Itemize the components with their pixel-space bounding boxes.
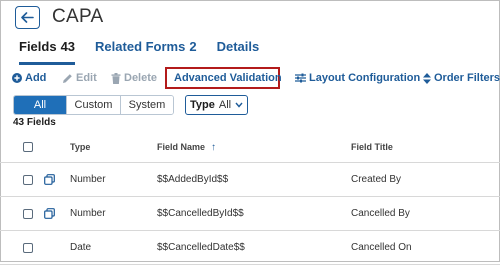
filter-bar: All Custom System Type All — [13, 95, 249, 115]
row-type: Number — [70, 208, 106, 219]
copy-icon[interactable] — [44, 208, 55, 219]
select-all-checkbox[interactable] — [23, 142, 33, 152]
row-field-title: Cancelled By — [351, 208, 410, 219]
chevron-down-icon — [235, 102, 243, 108]
type-filter-value: All — [218, 99, 232, 111]
segment-system[interactable]: System — [121, 96, 173, 114]
row-checkbox[interactable] — [23, 208, 33, 219]
type-filter-dropdown[interactable]: Type All — [185, 95, 249, 115]
segment-custom[interactable]: Custom — [67, 96, 121, 114]
advanced-validation-label: Advanced Validation — [174, 72, 282, 84]
table-row[interactable]: Date $$CancelledDate$$ Cancelled On — [0, 231, 500, 265]
tab-bar: Fields 43 Related Forms 2 Details — [19, 39, 259, 65]
delete-button-label: Delete — [124, 72, 158, 84]
table-row[interactable]: Number $$CancelledById$$ Cancelled By — [0, 197, 500, 231]
row-field-title: Cancelled On — [351, 242, 412, 253]
row-checkbox[interactable] — [23, 242, 33, 253]
tab-details[interactable]: Details — [217, 39, 260, 65]
segment-all[interactable]: All — [14, 96, 67, 114]
tab-related-forms-label: Related Forms — [95, 39, 186, 54]
toolbar: Add Edit Delete Advanced Validation Layo… — [0, 67, 500, 89]
add-button-label: Add — [25, 72, 47, 84]
fields-table: Type Field Name ↑ Field Title Number $$A… — [0, 132, 500, 265]
row-field-title: Created By — [351, 174, 402, 185]
plus-circle-icon — [12, 73, 22, 83]
arrow-left-icon — [21, 12, 34, 23]
tab-related-forms[interactable]: Related Forms 2 — [95, 39, 197, 65]
tab-fields-count: 43 — [60, 39, 76, 54]
tab-details-label: Details — [216, 39, 260, 54]
tab-related-forms-count: 2 — [189, 39, 197, 54]
pencil-icon — [63, 73, 72, 83]
add-button[interactable]: Add — [12, 67, 46, 89]
row-type: Date — [70, 242, 92, 253]
sliders-icon — [295, 73, 306, 83]
table-header: Type Field Name ↑ Field Title — [0, 132, 500, 163]
delete-button[interactable]: Delete — [111, 67, 157, 89]
row-type: Number — [70, 174, 106, 185]
type-filter-label: Type — [190, 99, 215, 111]
edit-button-label: Edit — [76, 72, 97, 84]
page-title: CAPA — [52, 6, 104, 27]
row-field-name: $$AddedById$$ — [157, 174, 229, 185]
tab-fields-label: Fields — [19, 39, 57, 54]
column-header-field-name-label: Field Name — [157, 142, 206, 152]
row-field-name: $$CancelledDate$$ — [157, 242, 245, 253]
column-header-field-name[interactable]: Field Name ↑ — [157, 132, 216, 162]
table-row[interactable]: Number $$AddedById$$ Created By — [0, 163, 500, 197]
column-header-field-title[interactable]: Field Title — [351, 132, 393, 162]
copy-icon[interactable] — [44, 174, 55, 185]
advanced-validation-button[interactable]: Advanced Validation — [165, 67, 282, 89]
tab-fields[interactable]: Fields 43 — [19, 39, 76, 65]
layout-configuration-label: Layout Configuration — [309, 72, 421, 84]
order-filters-button[interactable]: Order Filters — [423, 67, 500, 89]
field-count: 43 Fields — [13, 117, 56, 128]
trash-icon — [111, 72, 121, 84]
layout-configuration-button[interactable]: Layout Configuration — [295, 67, 420, 89]
column-header-type[interactable]: Type — [70, 132, 90, 162]
scope-segmented-control: All Custom System — [13, 95, 174, 115]
row-field-name: $$CancelledById$$ — [157, 208, 244, 219]
order-filters-label: Order Filters — [434, 72, 500, 84]
row-checkbox[interactable] — [23, 174, 33, 185]
back-button[interactable] — [15, 6, 40, 29]
sort-ascending-icon: ↑ — [211, 141, 217, 153]
edit-button[interactable]: Edit — [62, 67, 97, 89]
sort-icon — [423, 72, 431, 84]
